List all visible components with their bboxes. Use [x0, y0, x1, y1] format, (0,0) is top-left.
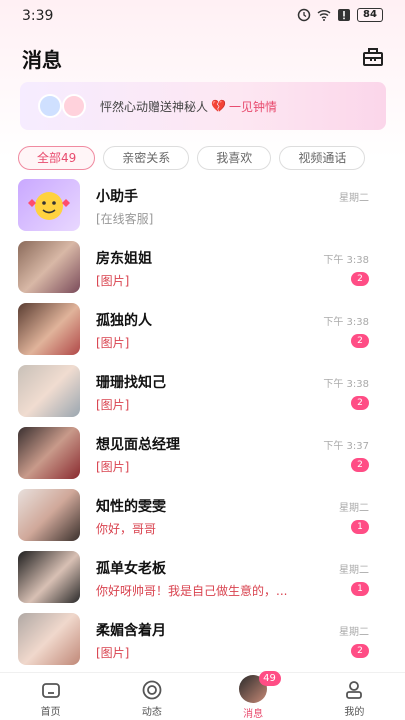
- message-time: 下午 3:38: [323, 255, 369, 266]
- battery-indicator: 84: [357, 8, 383, 22]
- message-time: 星期二: [339, 565, 369, 576]
- message-preview: [在线客服]: [96, 212, 154, 226]
- unread-badge: 2: [351, 396, 369, 410]
- nav-home-label: 首页: [40, 707, 61, 718]
- male-avatar-icon: [38, 94, 62, 118]
- conversation-row[interactable]: 想见面总经理 下午 3:37 [图片] 2: [0, 424, 405, 486]
- alert-icon: [338, 9, 350, 21]
- conversation-row[interactable]: 小助手 星期二 [在线客服]: [0, 176, 405, 238]
- moments-icon: [142, 680, 162, 700]
- filter-tabs: 全部49 亲密关系 我喜欢 视频通话: [18, 146, 366, 170]
- status-icons: 84: [297, 8, 383, 22]
- message-time: 星期二: [339, 627, 369, 638]
- profile-icon: [346, 681, 363, 699]
- contact-avatar: [18, 303, 80, 355]
- message-time: 星期二: [339, 503, 369, 514]
- female-avatar-icon: [62, 94, 86, 118]
- conversation-row[interactable]: 柔媚含着月 星期二 [图片] 2: [0, 610, 405, 672]
- contact-name: 小助手: [96, 189, 138, 205]
- contact-avatar: [18, 489, 80, 541]
- contact-avatar: [18, 427, 80, 479]
- unread-badge: 2: [351, 458, 369, 472]
- banner-gift-name: 一见钟情: [228, 99, 277, 114]
- status-time: 3:39: [22, 8, 54, 24]
- nav-moments[interactable]: 动态: [101, 673, 202, 720]
- gift-banner[interactable]: 怦然心动赠送神秘人 💔 一见钟情: [20, 82, 386, 130]
- nav-messages[interactable]: 49 消息: [203, 671, 304, 720]
- assistant-avatar: [18, 179, 80, 231]
- message-time: 星期二: [339, 193, 369, 204]
- unread-badge: 1: [351, 582, 369, 596]
- nav-profile-label: 我的: [344, 707, 365, 718]
- clear-unread-icon[interactable]: [361, 44, 385, 68]
- bottom-nav: 首页 动态 49 消息 我的: [0, 671, 405, 720]
- contact-name: 珊珊找知己: [96, 375, 166, 391]
- conversation-row[interactable]: 孤独的人 下午 3:38 [图片] 2: [0, 300, 405, 362]
- tab-all[interactable]: 全部49: [18, 146, 96, 170]
- contact-name: 孤独的人: [96, 313, 152, 329]
- message-time: 下午 3:38: [323, 379, 369, 390]
- contact-avatar: [18, 365, 80, 417]
- contact-avatar: [18, 241, 80, 293]
- nav-profile[interactable]: 我的: [304, 673, 405, 720]
- contact-avatar: [18, 613, 80, 665]
- message-preview: [图片]: [96, 398, 130, 412]
- banner-avatars: [34, 82, 94, 130]
- message-preview: [图片]: [96, 460, 130, 474]
- message-preview: [图片]: [96, 646, 130, 660]
- contact-name: 知性的雯雯: [96, 499, 166, 515]
- message-preview: 你好呀帅哥！我是自己做生意的，...: [96, 584, 288, 598]
- unread-badge: 1: [351, 520, 369, 534]
- conversation-row[interactable]: 房东姐姐 下午 3:38 [图片] 2: [0, 238, 405, 300]
- nav-messages-label: 消息: [243, 709, 264, 720]
- conversation-row[interactable]: 孤单女老板 星期二 你好呀帅哥！我是自己做生意的，... 1: [0, 548, 405, 610]
- nav-moments-label: 动态: [141, 707, 162, 718]
- unread-badge: 2: [351, 272, 369, 286]
- conversation-list: 小助手 星期二 [在线客服] 房东姐姐 下午 3:38 [图片] 2 孤独的人 …: [0, 176, 405, 672]
- contact-name: 孤单女老板: [96, 561, 166, 577]
- wifi-icon: [317, 10, 331, 21]
- message-preview: [图片]: [96, 336, 130, 350]
- banner-text: 怦然心动赠送神秘人: [100, 99, 209, 114]
- conversation-row[interactable]: 知性的雯雯 星期二 你好，哥哥 1: [0, 486, 405, 548]
- heart-icon: 💔: [211, 99, 226, 113]
- nav-home[interactable]: 首页: [0, 673, 101, 720]
- tab-intimate[interactable]: 亲密关系: [103, 146, 190, 170]
- unread-badge: 2: [351, 334, 369, 348]
- message-preview: 你好，哥哥: [96, 522, 157, 536]
- tab-video-call[interactable]: 视频通话: [279, 146, 366, 170]
- contact-name: 想见面总经理: [96, 437, 180, 453]
- conversation-row[interactable]: 珊珊找知己 下午 3:38 [图片] 2: [0, 362, 405, 424]
- message-time: 下午 3:37: [323, 441, 369, 452]
- message-preview: [图片]: [96, 274, 130, 288]
- unread-badge: 2: [351, 644, 369, 658]
- page-title: 消息: [22, 48, 62, 72]
- message-time: 下午 3:38: [323, 317, 369, 328]
- data-saver-icon: [297, 8, 311, 22]
- home-icon: [41, 683, 60, 698]
- messages-unread-badge: 49: [258, 671, 281, 686]
- contact-avatar: [18, 551, 80, 603]
- contact-name: 柔媚含着月: [96, 623, 166, 639]
- status-bar: 3:39 84: [0, 0, 405, 32]
- contact-name: 房东姐姐: [96, 251, 152, 267]
- tab-liked[interactable]: 我喜欢: [197, 146, 272, 170]
